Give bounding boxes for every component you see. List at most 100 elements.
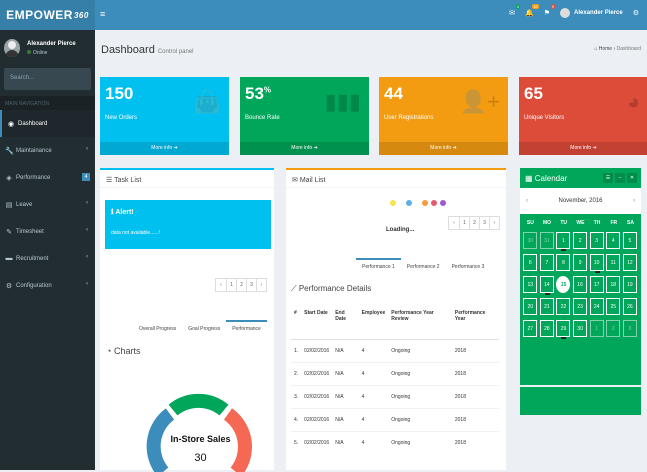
calendar-day[interactable]: 15 <box>556 276 571 293</box>
loading-text: Loading... <box>386 227 415 233</box>
tab-performance[interactable]: Performance <box>226 320 267 336</box>
calendar-day[interactable]: 12 <box>622 254 637 271</box>
sidebar-item-recruitment[interactable]: ▬ Recruitment ‹ <box>0 245 95 272</box>
table-cell: Ongoing <box>388 384 452 408</box>
table-cell: 02/02/2016 <box>301 430 333 454</box>
calendar-day[interactable]: 22 <box>556 298 571 315</box>
online-status: Online <box>27 50 76 56</box>
tab-performance-1[interactable]: Performance 1 <box>356 258 401 274</box>
sidebar-item-configuration[interactable]: ⚙ Configuration ‹ <box>0 272 95 299</box>
page-link[interactable]: ‹ <box>449 217 459 229</box>
calendar-day[interactable]: 10 <box>589 254 604 273</box>
calendar-day[interactable]: 13 <box>523 276 538 293</box>
page-link[interactable]: 3 <box>479 217 489 229</box>
tab-performance-2[interactable]: Performance 2 <box>401 258 446 274</box>
calendar-day[interactable]: 25 <box>606 298 621 315</box>
sidebar-item-label: Recruitment <box>16 255 49 262</box>
calendar-day[interactable]: 6 <box>523 254 538 271</box>
top-navbar: ≡ ✉ 4 🔔 10 ⚑ 9 Alexander Pierce ⚙ <box>95 0 647 30</box>
prev-month-icon[interactable]: ‹ <box>526 188 528 214</box>
breadcrumb-home[interactable]: Home <box>599 46 612 52</box>
calendar-day[interactable]: 7 <box>539 254 554 271</box>
stat-value: 65 <box>524 84 543 103</box>
tasks-flag-icon[interactable]: ⚑ 9 <box>544 4 556 17</box>
page-link[interactable]: 3 <box>246 279 256 291</box>
calendar-day[interactable]: 28 <box>539 320 554 337</box>
calendar-day[interactable]: 5 <box>622 232 637 249</box>
calendar-day[interactable]: 16 <box>573 276 588 293</box>
search-input[interactable]: Search... <box>4 68 91 90</box>
calendar-day[interactable]: 1 <box>589 320 604 337</box>
calendar-day[interactable]: 26 <box>622 298 637 315</box>
calendar-day[interactable]: 30 <box>573 320 588 337</box>
gear-icon: ⚙ <box>5 282 13 290</box>
calendar-day[interactable]: 29 <box>556 320 571 339</box>
calendar-month: November, 2016 <box>558 198 603 204</box>
table-cell: 3. <box>291 384 302 408</box>
calendar-day[interactable]: 30 <box>523 232 538 249</box>
calendar-menu-button[interactable]: ☰ <box>603 173 613 183</box>
sidebar-item-maintainance[interactable]: 🔧 Maintainance ‹ <box>0 137 95 164</box>
next-month-icon[interactable]: › <box>633 188 635 214</box>
calendar-day[interactable]: 11 <box>606 254 621 271</box>
tab-overall-progress[interactable]: Overall Progress <box>133 320 182 336</box>
stat-value: 44 <box>384 84 403 103</box>
calendar-day[interactable]: 20 <box>523 298 538 315</box>
calendar-day[interactable]: 3 <box>589 232 604 249</box>
table-cell: N/A <box>332 407 359 431</box>
notifications-bell-icon[interactable]: 🔔 10 <box>525 4 539 17</box>
calendar-day[interactable]: 27 <box>523 320 538 337</box>
calendar-day[interactable]: 21 <box>539 298 554 315</box>
calendar-day[interactable]: 23 <box>573 298 588 315</box>
table-cell: 4 <box>358 407 389 431</box>
page-link[interactable]: › <box>256 279 266 291</box>
calendar-day[interactable]: 17 <box>589 276 604 293</box>
page-link[interactable]: 2 <box>236 279 246 291</box>
sidebar-item-label: Leave <box>16 201 33 208</box>
calendar-day[interactable]: 31 <box>539 232 554 249</box>
calendar-day[interactable]: 14 <box>539 276 554 295</box>
sidebar-item-leave[interactable]: ▤ Leave ‹ <box>0 191 95 218</box>
tab-performance-3[interactable]: Performance 3 <box>446 258 491 274</box>
calendar-collapse-button[interactable]: − <box>615 173 625 183</box>
tab-goal-progress[interactable]: Goal Progress <box>182 320 226 336</box>
calendar-day[interactable]: 8 <box>556 254 571 271</box>
table-cell: 02/02/2016 <box>301 384 333 408</box>
sidebar-item-timesheet[interactable]: ✎ Timesheet ‹ <box>0 218 95 245</box>
calendar-day[interactable]: 1 <box>556 232 571 251</box>
more-info-link[interactable]: More info ➔ <box>379 142 508 155</box>
more-info-link[interactable]: More info ➔ <box>240 142 369 155</box>
page-link[interactable]: 1 <box>226 279 236 291</box>
calendar-day[interactable]: 18 <box>606 276 621 293</box>
page-link[interactable]: › <box>489 217 499 229</box>
calendar-day[interactable]: 9 <box>573 254 588 271</box>
messages-icon[interactable]: ✉ 4 <box>509 4 521 17</box>
table-cell: 2. <box>291 361 302 385</box>
user-plus-icon: 👤+ <box>459 89 500 114</box>
more-info-link[interactable]: More info ➔ <box>100 142 229 155</box>
sidebar-item-label: Configuration <box>16 282 52 289</box>
top-user-name[interactable]: Alexander Pierce <box>574 10 623 16</box>
user-avatar-small[interactable] <box>560 8 571 18</box>
calendar-day[interactable]: 2 <box>573 232 588 249</box>
app-logo[interactable]: EMPOWER 360 <box>0 0 95 30</box>
hamburger-menu-icon[interactable]: ≡ <box>100 9 105 19</box>
calendar-day[interactable]: 24 <box>589 298 604 315</box>
more-info-link[interactable]: More info ➔ <box>519 142 647 155</box>
sidebar-item-performance[interactable]: ◈ Performance 4 <box>0 164 95 191</box>
page-link[interactable]: 2 <box>469 217 479 229</box>
calendar-day[interactable]: 19 <box>622 276 637 293</box>
table-cell: Ongoing <box>388 361 452 385</box>
loading-dot <box>406 200 412 206</box>
page-link[interactable]: ‹ <box>216 279 226 291</box>
calendar-close-button[interactable]: ✕ <box>627 173 637 183</box>
week-row: 13 14 15 16 17 18 19 <box>522 276 639 295</box>
sidebar-item-dashboard[interactable]: ◉ Dashboard <box>0 110 95 137</box>
page-link[interactable]: 1 <box>459 217 469 229</box>
chevron-left-icon: ‹ <box>86 146 88 152</box>
stat-box-new-orders: 150 New Orders 👜 More info ➔ <box>100 77 229 155</box>
gears-icon[interactable]: ⚙ <box>633 9 639 17</box>
calendar-day[interactable]: 3 <box>622 320 637 337</box>
calendar-day[interactable]: 4 <box>606 232 621 249</box>
calendar-day[interactable]: 2 <box>606 320 621 337</box>
